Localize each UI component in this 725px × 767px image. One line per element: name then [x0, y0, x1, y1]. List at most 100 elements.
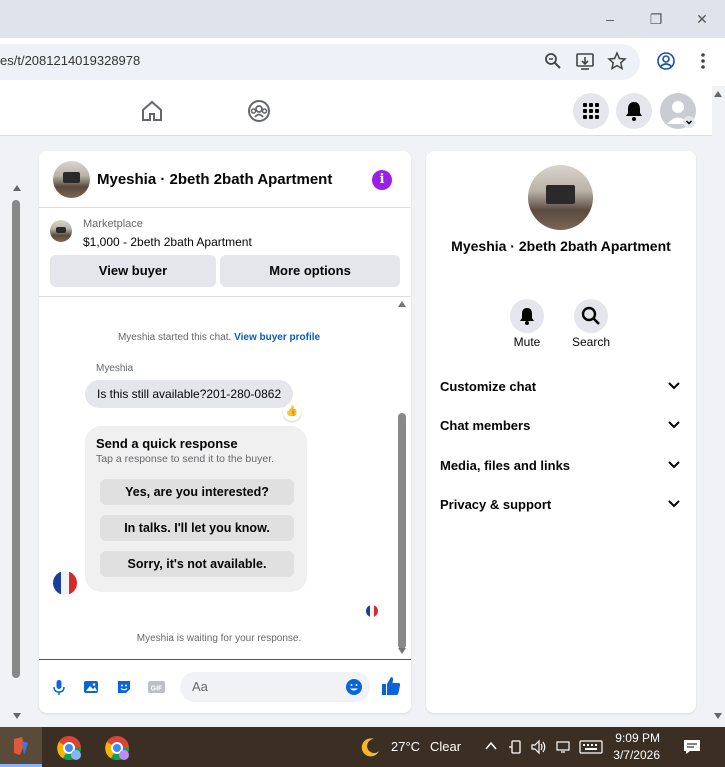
quick-response-option[interactable]: Yes, are you interested? — [100, 479, 294, 505]
user-icon — [667, 101, 695, 128]
message-bubble[interactable]: Is this still available?201-280-0862 — [85, 380, 294, 408]
grid-icon — [583, 103, 599, 119]
details-avatar[interactable] — [528, 165, 593, 230]
bell-icon — [626, 102, 642, 121]
chevron-down-icon — [668, 461, 680, 469]
address-bar: es/t/2081214019328978 — [0, 38, 725, 86]
section-label: Privacy & support — [440, 497, 552, 512]
section-label: Media, files and links — [440, 458, 571, 473]
search-label: Search — [571, 335, 611, 349]
seen-indicator-avatar — [366, 605, 378, 617]
page-scrollbar[interactable] — [712, 86, 725, 726]
chat-details-panel: Myeshia · 2beth 2bath Apartment Mute Sea… — [426, 151, 696, 713]
photo-icon[interactable] — [82, 678, 100, 696]
chrome-profile-2-icon[interactable] — [103, 734, 131, 767]
scroll-up-icon[interactable] — [12, 184, 22, 192]
start-app-icon[interactable] — [0, 727, 42, 767]
chat-started-notice: Myeshia started this chat. View buyer pr… — [39, 332, 399, 343]
weather-condition[interactable]: Clear — [430, 739, 461, 754]
marketplace-label: Marketplace — [83, 218, 143, 230]
chevron-down-icon — [668, 500, 680, 508]
network-icon[interactable] — [555, 739, 573, 760]
bookmark-star-icon[interactable] — [606, 50, 628, 72]
marketplace-listing: Marketplace $1,000 - 2beth 2bath Apartme… — [39, 209, 411, 297]
quick-response-title: Send a quick response — [96, 436, 238, 451]
quick-response-card: Send a quick response Tap a response to … — [85, 426, 307, 592]
page-scroll-up-icon[interactable] — [713, 90, 723, 98]
msg-scroll-up-icon[interactable] — [397, 300, 407, 308]
install-app-icon[interactable] — [574, 50, 596, 72]
moon-weather-icon[interactable] — [360, 736, 382, 763]
chat-header: Myeshia · 2beth 2bath Apartment i — [39, 151, 411, 208]
profile-icon[interactable] — [655, 50, 677, 72]
browser-titlebar: – ❐ ✕ — [0, 0, 725, 38]
chrome-profile-1-icon[interactable] — [55, 734, 83, 767]
browser-menu-icon[interactable] — [692, 50, 714, 72]
message-scrollbar[interactable] — [398, 305, 406, 651]
details-title: Myeshia · 2beth 2bath Apartment — [451, 238, 671, 254]
thumbs-up-reaction-icon[interactable]: 👍 — [283, 403, 301, 421]
device-icon[interactable] — [508, 739, 524, 760]
weather-temp[interactable]: 27°C — [391, 739, 420, 754]
sender-name: Myeshia — [96, 363, 134, 374]
privacy-support-section[interactable]: Privacy & support — [440, 497, 682, 519]
chat-panel: Myeshia · 2beth 2bath Apartment i Market… — [39, 151, 411, 713]
chevron-down-icon — [668, 421, 680, 429]
restore-button[interactable]: ❐ — [645, 8, 667, 30]
more-options-button[interactable]: More options — [220, 255, 400, 287]
keyboard-icon[interactable] — [579, 739, 603, 760]
left-scrollbar[interactable] — [12, 200, 20, 678]
groups-icon[interactable] — [247, 99, 271, 128]
buyer-avatar[interactable] — [53, 571, 77, 595]
minimize-button[interactable]: – — [599, 8, 621, 30]
message-scroll-thumb[interactable] — [398, 413, 406, 649]
waiting-notice: Myeshia is waiting for your response. — [136, 633, 302, 644]
chat-started-text: Myeshia started this chat. — [117, 332, 232, 343]
sticker-icon[interactable] — [115, 678, 133, 696]
message-composer: GIF Aa — [39, 659, 411, 713]
menu-grid-button[interactable] — [573, 93, 609, 129]
microphone-icon[interactable] — [50, 678, 68, 696]
scroll-down-icon[interactable] — [12, 712, 22, 720]
mute-label: Mute — [513, 335, 541, 349]
view-buyer-button[interactable]: View buyer — [50, 255, 216, 287]
search-icon — [581, 306, 600, 325]
gif-label: GIF — [151, 686, 163, 693]
zoom-icon[interactable] — [542, 50, 564, 72]
media-files-links-section[interactable]: Media, files and links — [440, 458, 682, 480]
search-button[interactable] — [574, 299, 608, 333]
listing-title[interactable]: $1,000 - 2beth 2bath Apartment — [83, 235, 252, 249]
clock-time[interactable]: 9:09 PM — [608, 731, 660, 745]
like-thumbs-up-icon[interactable] — [380, 675, 402, 697]
notifications-button[interactable] — [616, 93, 652, 129]
message-list: Myeshia started this chat. View buyer pr… — [39, 297, 411, 659]
mute-button[interactable] — [510, 299, 544, 333]
clock-date[interactable]: 3/7/2026 — [608, 748, 660, 762]
url-text: es/t/2081214019328978 — [0, 53, 141, 68]
msg-scroll-down-icon[interactable] — [397, 647, 407, 655]
notification-center-icon[interactable] — [682, 738, 702, 761]
view-buyer-profile-link[interactable]: View buyer profile — [234, 332, 320, 343]
quick-response-option[interactable]: Sorry, it's not available. — [100, 551, 294, 577]
chat-title[interactable]: Myeshia · 2beth 2bath Apartment — [97, 171, 332, 188]
info-icon[interactable]: i — [372, 170, 392, 190]
tray-chevron-up-icon[interactable] — [484, 739, 498, 758]
customize-chat-section[interactable]: Customize chat — [440, 379, 682, 401]
emoji-icon[interactable] — [345, 678, 363, 696]
quick-response-option[interactable]: In talks. I'll let you know. — [100, 515, 294, 541]
account-avatar[interactable] — [660, 93, 696, 129]
volume-icon[interactable] — [530, 739, 548, 760]
chat-members-section[interactable]: Chat members — [440, 418, 682, 440]
gif-icon[interactable]: GIF — [147, 678, 167, 696]
facebook-header — [0, 86, 712, 136]
listing-thumbnail[interactable] — [50, 220, 72, 242]
quick-response-subtitle: Tap a response to send it to the buyer. — [96, 453, 275, 465]
page-scroll-down-icon[interactable] — [713, 712, 723, 720]
chevron-down-icon — [668, 382, 680, 390]
listing-avatar[interactable] — [53, 161, 90, 198]
message-input[interactable]: Aa — [180, 672, 370, 702]
home-icon[interactable] — [140, 99, 164, 128]
windows-taskbar: 27°C Clear 9:09 PM 3/7/2026 — [0, 727, 725, 767]
close-window-button[interactable]: ✕ — [691, 8, 713, 30]
section-label: Customize chat — [440, 379, 537, 394]
